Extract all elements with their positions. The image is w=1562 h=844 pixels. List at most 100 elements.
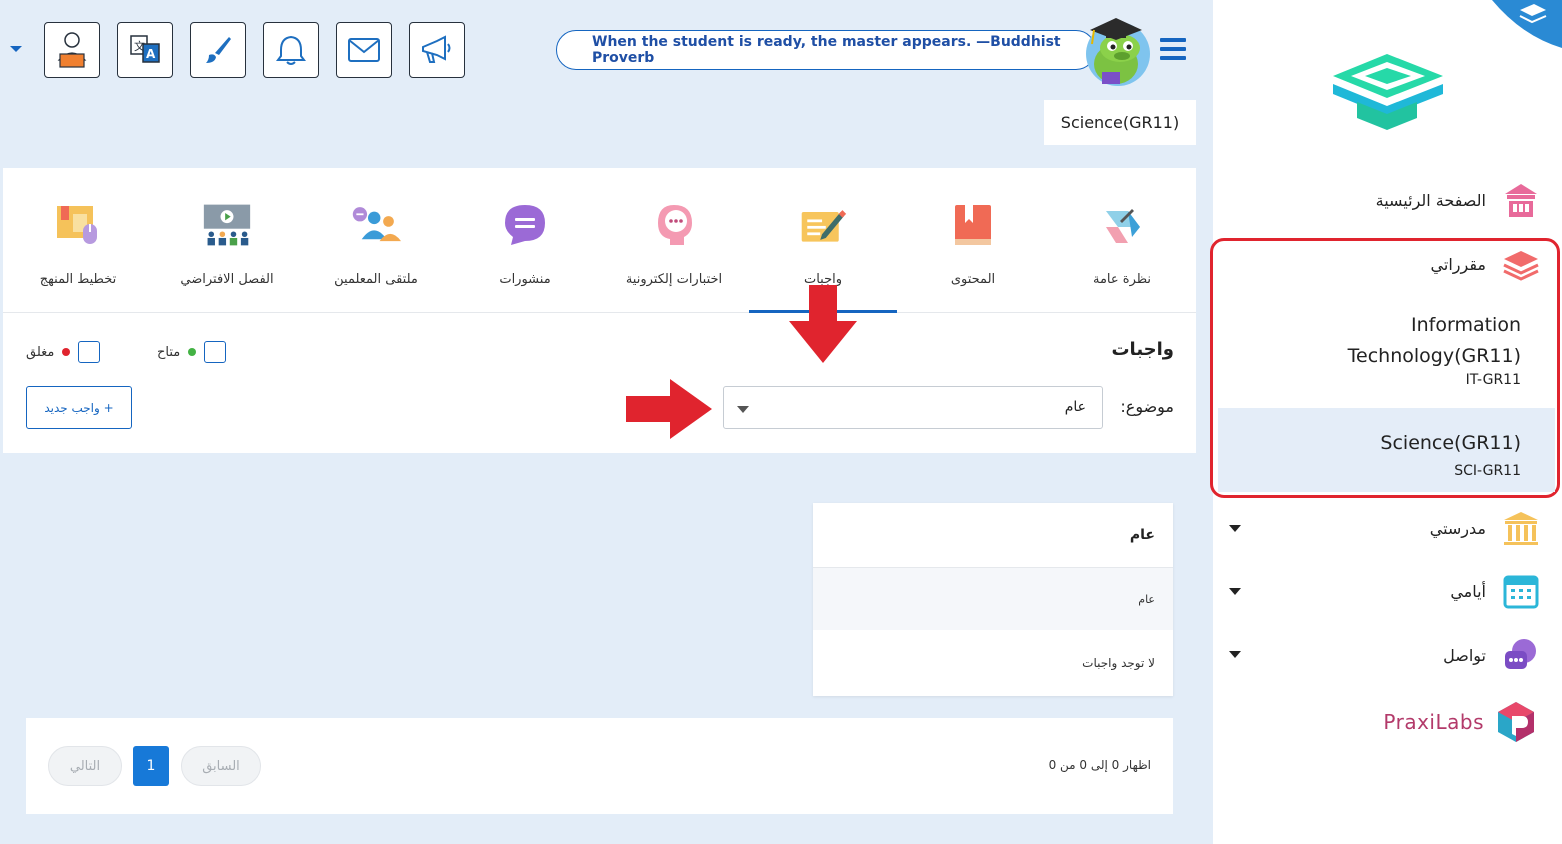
sidebar: الصفحة الرئيسية مقرراتي Information Tech… (1210, 0, 1562, 844)
home-icon (1502, 181, 1540, 219)
chat-icon (1502, 636, 1540, 674)
card-header: عام (813, 503, 1173, 568)
chevron-down-icon[interactable] (1229, 525, 1241, 532)
subject-select[interactable]: عام (723, 386, 1103, 429)
empty-state-text: لا توجد واجبات (1082, 656, 1155, 670)
filters-section: واجبات متاح مغلق + واجب جديد موضوع: عام (3, 313, 1196, 453)
annotation-arrow-right (626, 379, 716, 443)
sidebar-item-home[interactable]: الصفحة الرئيسية (1376, 181, 1540, 219)
overview-icon (1097, 200, 1147, 250)
tab-label: الفصل الافتراضي (180, 272, 274, 287)
next-page-button[interactable]: التالي (48, 746, 122, 786)
current-course-label: Science(GR11) (1044, 100, 1196, 145)
available-dot (188, 348, 197, 356)
new-homework-button[interactable]: + واجب جديد (26, 386, 132, 429)
praxilabs-label: PraxiLabs (1383, 710, 1484, 734)
account-dropdown-caret[interactable] (10, 46, 22, 52)
mail-icon (348, 38, 380, 62)
pagination: اظهار 0 إلى 0 من 0 السابق 1 التالي (26, 718, 1173, 814)
school-logo (1333, 54, 1443, 130)
tab-content[interactable]: المحتوى (899, 168, 1047, 313)
previous-page-button[interactable]: السابق (181, 746, 261, 786)
course-item-science[interactable]: Science(GR11) SCI-GR11 (1218, 408, 1555, 492)
chevron-down-icon[interactable] (1229, 651, 1241, 658)
tab-label: نظرة عامة (1092, 272, 1152, 287)
sidebar-item-label: مقرراتي (1430, 254, 1486, 274)
sidebar-item-label: تواصل (1443, 645, 1486, 665)
table-row: عام (813, 568, 1173, 630)
calendar-icon (1502, 572, 1540, 610)
tab-teachers-forum[interactable]: ملتقى المعلمين (302, 168, 450, 313)
course-name: Science(GR11) (1380, 432, 1521, 454)
brush-icon (206, 37, 231, 63)
sidebar-item-my-days[interactable]: أيامي (1450, 572, 1540, 610)
book-icon (948, 200, 998, 250)
course-code: IT-GR11 (1465, 372, 1521, 388)
quiz-icon (649, 200, 699, 250)
legend-closed-label: مغلق (26, 344, 55, 360)
course-tabs: نظرة عامة المحتوى واجبات اختبارات إلكترو… (3, 168, 1196, 313)
tab-posts[interactable]: منشورات (451, 168, 599, 313)
posts-icon (500, 200, 550, 250)
tab-label: ملتقى المعلمين (334, 272, 418, 287)
homework-icon (798, 200, 848, 250)
svg-text:A: A (146, 47, 156, 61)
chevron-down-icon[interactable] (1229, 588, 1241, 595)
sidebar-item-my-courses[interactable]: مقرراتي (1431, 245, 1540, 283)
tab-overview[interactable]: نظرة عامة (1048, 168, 1196, 313)
tab-equizzes[interactable]: اختبارات إلكترونية (600, 168, 748, 313)
legend-available: متاح (157, 341, 227, 363)
profile-icon (57, 32, 87, 68)
available-checkbox[interactable] (204, 341, 227, 363)
sidebar-item-label: مدرستي (1429, 518, 1486, 538)
corner-ribbon-icon[interactable] (1482, 0, 1562, 48)
praxilabs-icon (1498, 702, 1534, 742)
theme-button[interactable] (190, 22, 246, 78)
section-title: واجبات (1111, 339, 1174, 360)
curriculum-icon (53, 200, 103, 250)
course-name-line2: Technology(GR11) (1347, 345, 1521, 367)
menu-toggle-button[interactable] (1160, 38, 1186, 60)
legend-closed: مغلق (26, 341, 101, 363)
main-panel: نظرة عامة المحتوى واجبات اختبارات إلكترو… (3, 168, 1196, 844)
virtual-class-icon (202, 200, 252, 250)
translate-icon: 文 A (130, 35, 160, 63)
page-1-button[interactable]: 1 (133, 746, 169, 786)
tab-label: المحتوى (950, 272, 996, 287)
closed-checkbox[interactable] (78, 341, 101, 363)
layers-icon (1502, 245, 1540, 283)
legend-available-label: متاح (157, 344, 181, 360)
course-code: SCI-GR11 (1454, 463, 1521, 479)
pagination-info: اظهار 0 إلى 0 من 0 (1048, 758, 1151, 772)
course-name-line1: Information (1411, 314, 1521, 336)
tab-label: منشورات (499, 272, 551, 287)
teachers-forum-icon (351, 200, 401, 250)
subject-label: موضوع: (1120, 397, 1174, 416)
homework-list-card: عام عام لا توجد واجبات (813, 503, 1173, 696)
notifications-button[interactable] (263, 22, 319, 78)
bell-icon (276, 35, 306, 65)
quote-text: When the student is ready, the master ap… (592, 34, 1061, 66)
megaphone-icon (422, 35, 451, 63)
announcements-button[interactable] (409, 22, 465, 78)
course-item-it[interactable]: Information Technology(GR11) IT-GR11 (1218, 310, 1555, 408)
quote-banner: When the student is ready, the master ap… (556, 30, 1096, 70)
subject-select-value: عام (1064, 399, 1086, 415)
tab-virtual-class[interactable]: الفصل الافتراضي (153, 168, 301, 313)
closed-dot (62, 348, 71, 356)
mascot-avatar (1064, 10, 1150, 90)
sidebar-item-communication[interactable]: تواصل (1443, 636, 1540, 674)
tab-label: تخطيط المنهج (39, 272, 117, 287)
school-building-icon (1502, 509, 1540, 547)
messages-button[interactable] (336, 22, 392, 78)
translate-button[interactable]: 文 A (117, 22, 173, 78)
sidebar-item-my-school[interactable]: مدرستي (1430, 509, 1540, 547)
tab-curriculum-planning[interactable]: تخطيط المنهج (4, 168, 152, 313)
praxilabs-link[interactable]: PraxiLabs (1383, 700, 1536, 744)
tab-label: اختبارات إلكترونية (625, 272, 723, 287)
current-course-text: Science(GR11) (1060, 113, 1180, 132)
profile-button[interactable] (44, 22, 100, 78)
sidebar-item-label: أيامي (1450, 581, 1486, 601)
chevron-down-icon (737, 406, 749, 413)
sidebar-item-label: الصفحة الرئيسية (1375, 190, 1486, 210)
